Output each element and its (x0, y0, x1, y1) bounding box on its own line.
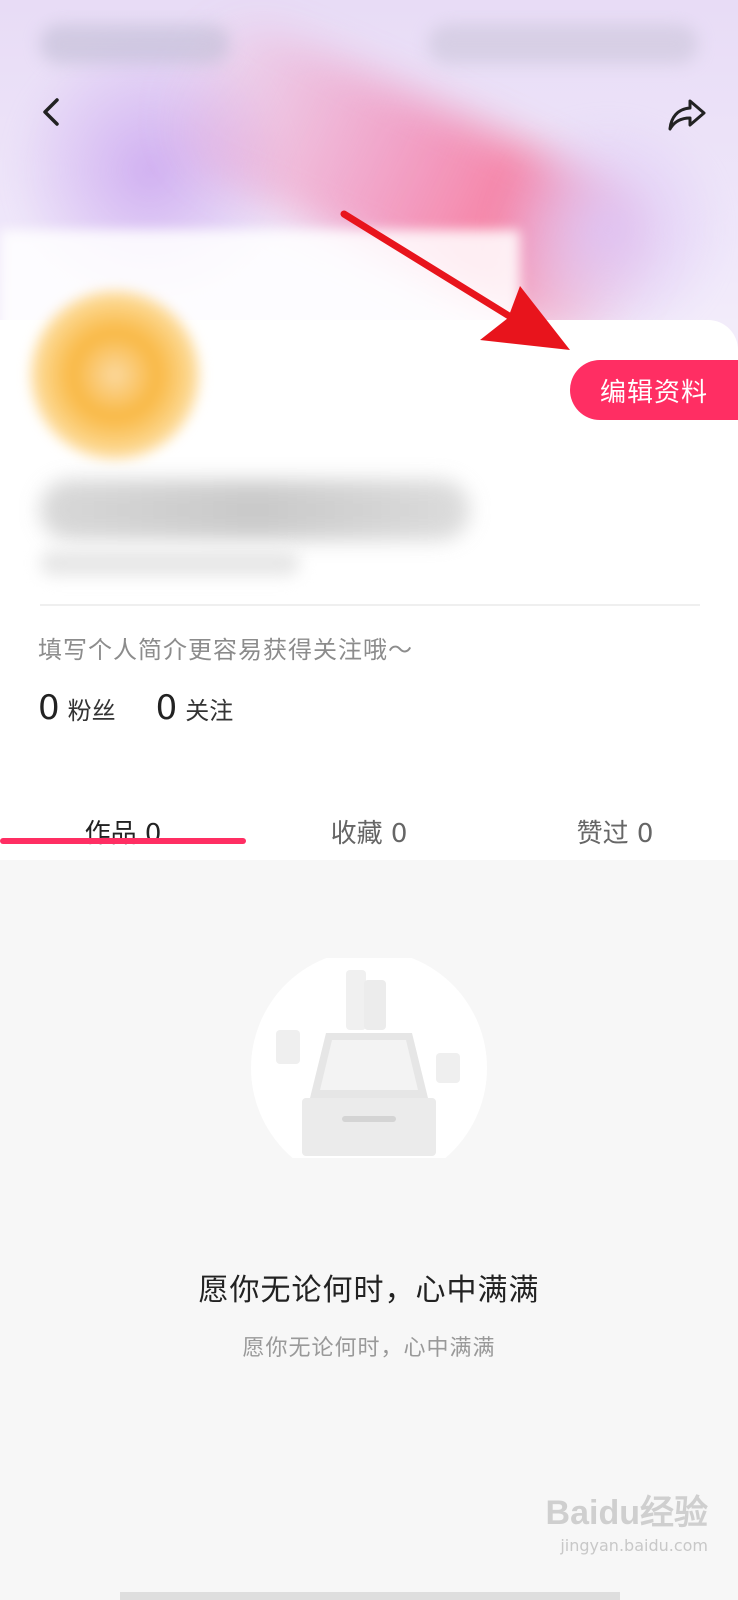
following-count: 0 (155, 688, 178, 728)
edit-profile-button[interactable]: 编辑资料 (570, 360, 738, 420)
watermark: Baidu经验 jingyan.baidu.com (546, 1485, 708, 1555)
watermark-url: jingyan.baidu.com (560, 1536, 708, 1555)
back-button[interactable] (30, 90, 74, 134)
user-id-blurred (40, 550, 300, 576)
empty-state-subtitle: 愿你无论何时，心中满满 (242, 1336, 496, 1361)
divider (40, 604, 700, 606)
followers-label: 粉丝 (67, 697, 116, 725)
username-blurred (40, 480, 470, 540)
content-tabs: 作品 0 收藏 0 赞过 0 (0, 795, 738, 860)
followers-count: 0 (38, 688, 60, 728)
empty-box-icon (251, 958, 487, 1158)
stats-row: 0 粉丝 0 关注 (38, 688, 233, 728)
bottom-bar (120, 1592, 620, 1600)
status-bar-blurred-right (428, 24, 698, 64)
followers-stat[interactable]: 0 粉丝 (38, 688, 116, 728)
bio-text[interactable]: 填写个人简介更容易获得关注哦～ (38, 630, 413, 665)
share-forward-icon (668, 99, 706, 131)
following-label: 关注 (185, 697, 234, 725)
watermark-logo-text: Baidu经验 (545, 1494, 708, 1532)
annotation-arrow-icon (340, 210, 570, 350)
empty-state-title: 愿你无论何时，心中满满 (198, 1273, 540, 1308)
tab-favorites[interactable]: 收藏 0 (246, 795, 492, 860)
avatar[interactable] (30, 290, 200, 460)
tab-liked[interactable]: 赞过 0 (492, 795, 738, 860)
chevron-left-icon (43, 98, 59, 126)
share-button[interactable] (662, 90, 712, 140)
following-stat[interactable]: 0 关注 (156, 688, 234, 728)
status-bar-blurred-left (40, 24, 230, 64)
tab-works[interactable]: 作品 0 (0, 795, 246, 860)
active-tab-indicator (0, 838, 246, 844)
